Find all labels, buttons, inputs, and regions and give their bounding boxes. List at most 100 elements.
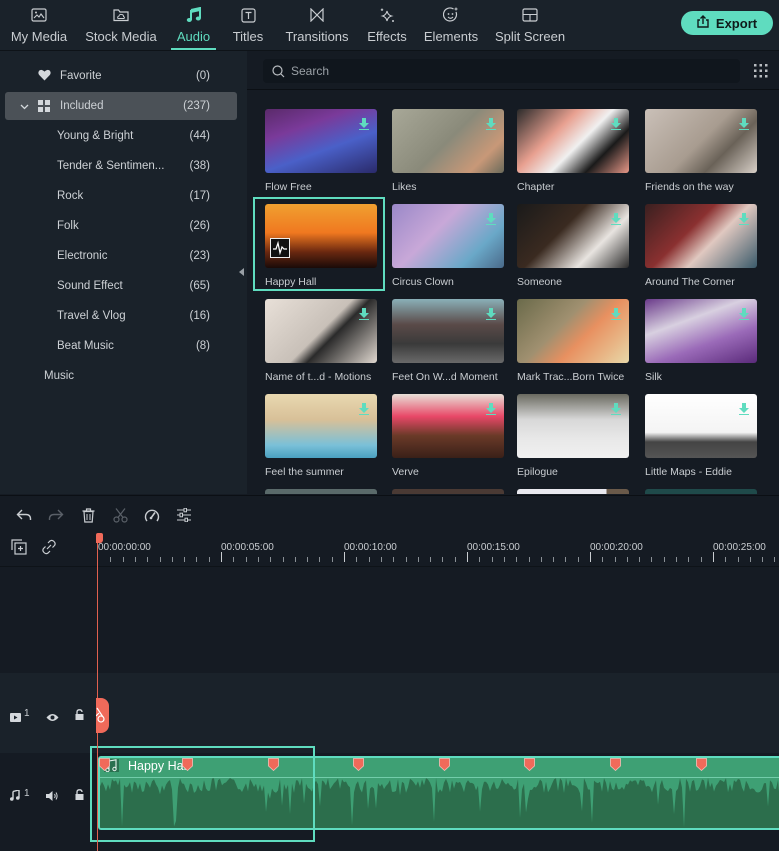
grid-view-icon[interactable] [754,64,768,78]
sidebar-item-included[interactable]: Included (237) [5,92,237,120]
share-upload-icon [697,15,709,31]
audio-item-card[interactable]: Likes [392,109,505,196]
selected-item-outline [253,197,385,291]
audio-item-card[interactable]: Circus Clown [392,204,505,291]
tab-elements[interactable]: Elements [423,0,479,50]
sidebar-item-category[interactable]: Young & Bright (44) [0,122,247,150]
audio-item-card[interactable]: Someone [517,204,630,291]
sidebar-item-category[interactable]: Beat Music (8) [0,332,247,360]
tab-stock-media[interactable]: Stock Media [83,0,159,50]
search-input[interactable] [291,64,711,78]
delete-icon[interactable] [79,506,97,524]
audio-item-card[interactable]: Silk [645,299,758,386]
tab-split-screen[interactable]: Split Screen [493,0,567,50]
speed-icon[interactable] [143,506,161,524]
audio-item-card[interactable]: Epilogue [517,394,630,481]
link-icon[interactable] [41,539,57,560]
ruler-tick [196,557,197,562]
download-icon[interactable] [486,212,496,230]
cut-icon[interactable] [111,506,129,524]
lock-open-icon[interactable] [75,787,84,805]
redo-icon[interactable] [47,506,65,524]
audio-item-card[interactable]: Chapter [517,109,630,196]
track-number: 1 [24,788,30,799]
sidebar-item-count: (0) [195,70,210,82]
audio-item-card[interactable]: Friends on the way [645,109,758,196]
tab-my-media[interactable]: My Media [9,0,69,50]
audio-item-title: Feet On W...d Moment [392,371,498,383]
sidebar-item-category[interactable]: Tender & Sentimen... (38) [0,152,247,180]
sidebar-item-category[interactable]: Folk (26) [0,212,247,240]
playhead-handle[interactable] [96,533,103,543]
audio-item-card[interactable]: Feel the summer [265,394,378,481]
audio-item-title: Chapter [517,181,555,193]
ruler-tick [565,557,566,562]
download-icon[interactable] [611,212,621,230]
download-icon[interactable] [611,307,621,325]
ruler-tick [184,557,185,562]
download-icon[interactable] [486,307,496,325]
beat-marker-icon[interactable] [610,758,621,772]
audio-item-card[interactable]: Flow Free [265,109,378,196]
sidebar-item-category[interactable]: Travel & Vlog (16) [0,302,247,330]
beat-marker-icon[interactable] [696,758,707,772]
tab-label: Elements [423,29,479,44]
audio-item-card[interactable]: Around The Corner [645,204,758,291]
ruler-tick [738,557,739,562]
beat-marker-icon[interactable] [524,758,535,772]
tab-audio[interactable]: Audio [171,0,216,50]
download-icon[interactable] [486,117,496,135]
speaker-icon[interactable] [46,788,58,806]
audio-item-card[interactable]: Name of t...d - Motions [265,299,378,386]
tab-effects[interactable]: Effects [365,0,409,50]
lock-open-icon[interactable] [75,707,84,725]
smiley-icon [442,7,460,23]
collapse-sidebar-arrow-icon[interactable] [239,268,244,276]
tab-transitions[interactable]: Transitions [283,0,351,50]
split-scissor-button[interactable] [96,698,109,733]
audio-item-title: Epilogue [517,466,558,478]
timeline-empty-area[interactable] [0,567,779,673]
playhead-line[interactable] [97,535,98,851]
sidebar-item-category[interactable]: Electronic (23) [0,242,247,270]
download-icon[interactable] [359,402,369,420]
download-icon[interactable] [739,212,749,230]
download-icon[interactable] [359,307,369,325]
sidebar-item-music[interactable]: Music [0,362,247,390]
export-button[interactable]: Export [681,11,773,35]
audio-item-card[interactable]: Little Maps - Eddie [645,394,758,481]
sidebar-item-favorite[interactable]: Favorite (0) [0,62,247,90]
chevron-down-icon[interactable] [20,101,29,113]
sidebar-item-category[interactable]: Sound Effect (65) [0,272,247,300]
sidebar-item-count: (237) [183,100,210,112]
audio-item-card[interactable]: Mark Trac...Born Twice [517,299,630,386]
search-bar[interactable] [263,59,740,83]
download-icon[interactable] [611,402,621,420]
timeline-ruler[interactable]: 00:00:00:00 00:00:05:00 00:00:10:00 00:00:1… [0,531,779,567]
download-icon[interactable] [739,117,749,135]
add-track-icon[interactable] [11,539,27,560]
audio-item-card[interactable]: Verve [392,394,505,481]
video-track[interactable]: 1 [0,673,779,753]
clip-selection-frame [90,746,315,842]
undo-icon[interactable] [15,506,33,524]
download-icon[interactable] [739,307,749,325]
audio-item-title: Circus Clown [392,276,454,288]
timeline-toolbar [0,495,779,531]
beat-marker-icon[interactable] [353,758,364,772]
tab-label: Transitions [285,29,349,44]
download-icon[interactable] [739,402,749,420]
grid-icon [38,100,50,115]
download-icon[interactable] [359,117,369,135]
video-track-header: 1 [0,673,95,753]
ruler-tick [578,557,579,562]
audio-item-card[interactable]: Feet On W...d Moment [392,299,505,386]
ruler-tick [406,557,407,562]
tab-titles[interactable]: Titles [230,0,266,50]
beat-marker-icon[interactable] [439,758,450,772]
adjust-icon[interactable] [175,506,193,524]
download-icon[interactable] [611,117,621,135]
download-icon[interactable] [486,402,496,420]
sidebar-item-category[interactable]: Rock (17) [0,182,247,210]
eye-icon[interactable] [46,709,59,727]
